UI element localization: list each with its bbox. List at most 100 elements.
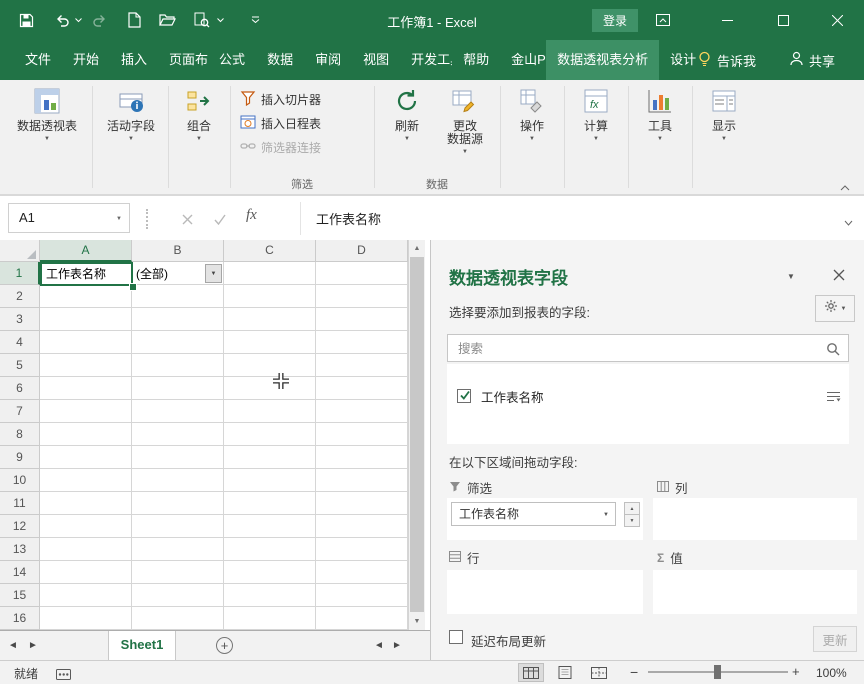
field-filter-menu-icon[interactable] <box>826 390 841 408</box>
zoom-slider-thumb[interactable] <box>714 665 721 679</box>
page-break-view-button[interactable] <box>586 663 612 682</box>
grid-cells[interactable] <box>40 262 408 630</box>
row-header-1[interactable]: 1 <box>0 262 40 285</box>
row-header-16[interactable]: 16 <box>0 607 40 630</box>
name-box[interactable]: A1 ▼ <box>8 203 130 233</box>
field-row-worksheet-name[interactable]: 工作表名称 <box>447 382 849 410</box>
defer-layout-checkbox[interactable] <box>449 630 463 644</box>
filter-field-item[interactable]: 工作表名称 ▼ <box>451 502 616 526</box>
fill-handle[interactable] <box>129 283 137 291</box>
tab-insert[interactable]: 插入 <box>110 40 158 80</box>
row-header-10[interactable]: 10 <box>0 469 40 492</box>
zoom-out-button[interactable]: − <box>630 664 638 680</box>
vertical-scrollbar-thumb[interactable] <box>410 257 424 612</box>
column-header-b[interactable]: B <box>132 240 224 262</box>
search-input[interactable] <box>456 336 830 362</box>
scroll-up-icon[interactable]: ▲ <box>409 240 425 256</box>
row-header-13[interactable]: 13 <box>0 538 40 561</box>
enter-check-icon[interactable] <box>214 212 226 230</box>
tab-file[interactable]: 文件 <box>14 40 62 80</box>
change-data-source-button[interactable]: 更改数据源 ▼ <box>436 84 494 166</box>
cancel-icon[interactable] <box>182 212 193 230</box>
columns-drop-area[interactable] <box>653 498 857 540</box>
hscroll-right-icon[interactable]: ► <box>392 640 402 651</box>
cell-b1-filter-dropdown[interactable]: ▼ <box>205 264 222 283</box>
refresh-button[interactable]: 刷新 ▼ <box>380 84 434 166</box>
actions-button[interactable]: 操作 ▼ <box>506 84 558 166</box>
row-header-4[interactable]: 4 <box>0 331 40 354</box>
field-search-box[interactable] <box>447 334 849 362</box>
collapse-ribbon-icon[interactable] <box>840 178 850 196</box>
filter-item-dropdown-icon[interactable]: ▼ <box>603 504 609 526</box>
maximize-button[interactable] <box>756 0 810 40</box>
sheet-tab-sheet1[interactable]: Sheet1 <box>108 631 176 660</box>
hscroll-left-icon[interactable]: ◄ <box>374 640 384 651</box>
tab-data[interactable]: 数据 <box>256 40 304 80</box>
row-header-5[interactable]: 5 <box>0 354 40 377</box>
tab-page-layout[interactable]: 页面布局 <box>158 40 208 80</box>
tab-formulas[interactable]: 公式 <box>208 40 256 80</box>
cell-a1-selected[interactable]: 工作表名称 <box>40 262 133 286</box>
row-header-14[interactable]: 14 <box>0 561 40 584</box>
sheet-nav-left-icon[interactable]: ◄ <box>8 640 18 651</box>
page-layout-view-button[interactable] <box>552 663 578 682</box>
add-sheet-button[interactable]: + <box>216 637 233 654</box>
pane-tools-button[interactable]: ▼ <box>815 295 855 322</box>
row-header-12[interactable]: 12 <box>0 515 40 538</box>
insert-function-button[interactable]: fx <box>246 207 257 224</box>
ribbon-display-options-icon[interactable] <box>652 0 674 40</box>
active-field-button[interactable]: 活动字段 ▼ <box>98 84 164 166</box>
zoom-in-button[interactable]: + <box>792 664 800 679</box>
tell-me-button[interactable]: 告诉我 <box>698 40 756 80</box>
row-header-15[interactable]: 15 <box>0 584 40 607</box>
calculations-button[interactable]: fx 计算 ▼ <box>570 84 622 166</box>
row-header-8[interactable]: 8 <box>0 423 40 446</box>
show-button[interactable]: 显示 ▼ <box>698 84 750 166</box>
row-header-11[interactable]: 11 <box>0 492 40 515</box>
macro-record-icon[interactable] <box>56 667 71 685</box>
expand-formula-bar-icon[interactable] <box>844 213 853 231</box>
row-header-6[interactable]: 6 <box>0 377 40 400</box>
row-header-3[interactable]: 3 <box>0 308 40 331</box>
pane-options-dropdown-icon[interactable]: ▼ <box>787 272 795 281</box>
close-button[interactable] <box>810 0 864 40</box>
normal-view-button[interactable] <box>518 663 544 682</box>
rows-drop-area[interactable] <box>447 570 643 614</box>
row-header-7[interactable]: 7 <box>0 400 40 423</box>
column-header-a[interactable]: A <box>40 240 132 262</box>
tab-view[interactable]: 视图 <box>352 40 400 80</box>
pivottable-button[interactable]: 数据透视表 ▼ <box>8 84 86 166</box>
tab-pivottable-analyze[interactable]: 数据透视表分析 <box>546 40 659 80</box>
share-button[interactable]: 共享 <box>790 40 835 80</box>
pane-close-icon[interactable] <box>833 268 845 286</box>
tab-home[interactable]: 开始 <box>62 40 110 80</box>
column-header-d[interactable]: D <box>316 240 408 262</box>
insert-timeline-button[interactable]: 插入日程表 <box>240 112 321 135</box>
minimize-button[interactable] <box>700 0 754 40</box>
vertical-scrollbar[interactable]: ▲ ▼ <box>408 240 425 630</box>
tools-button[interactable]: 工具 ▼ <box>634 84 686 166</box>
values-drop-area[interactable] <box>653 570 857 614</box>
formula-input[interactable]: 工作表名称 <box>316 209 381 228</box>
group-button[interactable]: 组合 ▼ <box>174 84 224 166</box>
name-box-dropdown-icon[interactable]: ▼ <box>116 216 122 222</box>
scroll-down-icon[interactable]: ▼ <box>409 613 425 629</box>
filter-connections-button[interactable]: 筛选器连接 <box>240 136 321 159</box>
row-header-9[interactable]: 9 <box>0 446 40 469</box>
tab-wps-pdf[interactable]: 金山PDF <box>500 40 546 80</box>
update-button[interactable]: 更新 <box>813 626 857 652</box>
cell-b1[interactable]: (全部) <box>136 265 168 282</box>
sign-in-button[interactable]: 登录 <box>592 9 638 32</box>
zoom-level[interactable]: 100% <box>816 666 847 680</box>
tab-review[interactable]: 审阅 <box>304 40 352 80</box>
filters-drop-area[interactable]: 工作表名称 ▼ ▲ ▼ <box>447 498 643 540</box>
insert-slicer-button[interactable]: 插入切片器 <box>240 88 321 111</box>
column-header-c[interactable]: C <box>224 240 316 262</box>
tab-help[interactable]: 帮助 <box>452 40 500 80</box>
select-all-corner[interactable] <box>0 240 40 262</box>
sheet-nav-right-icon[interactable]: ► <box>28 640 38 651</box>
spinner-down-icon[interactable]: ▼ <box>624 514 640 527</box>
row-header-2[interactable]: 2 <box>0 285 40 308</box>
tab-developer[interactable]: 开发工具 <box>400 40 452 80</box>
field-checkbox[interactable] <box>457 389 471 403</box>
